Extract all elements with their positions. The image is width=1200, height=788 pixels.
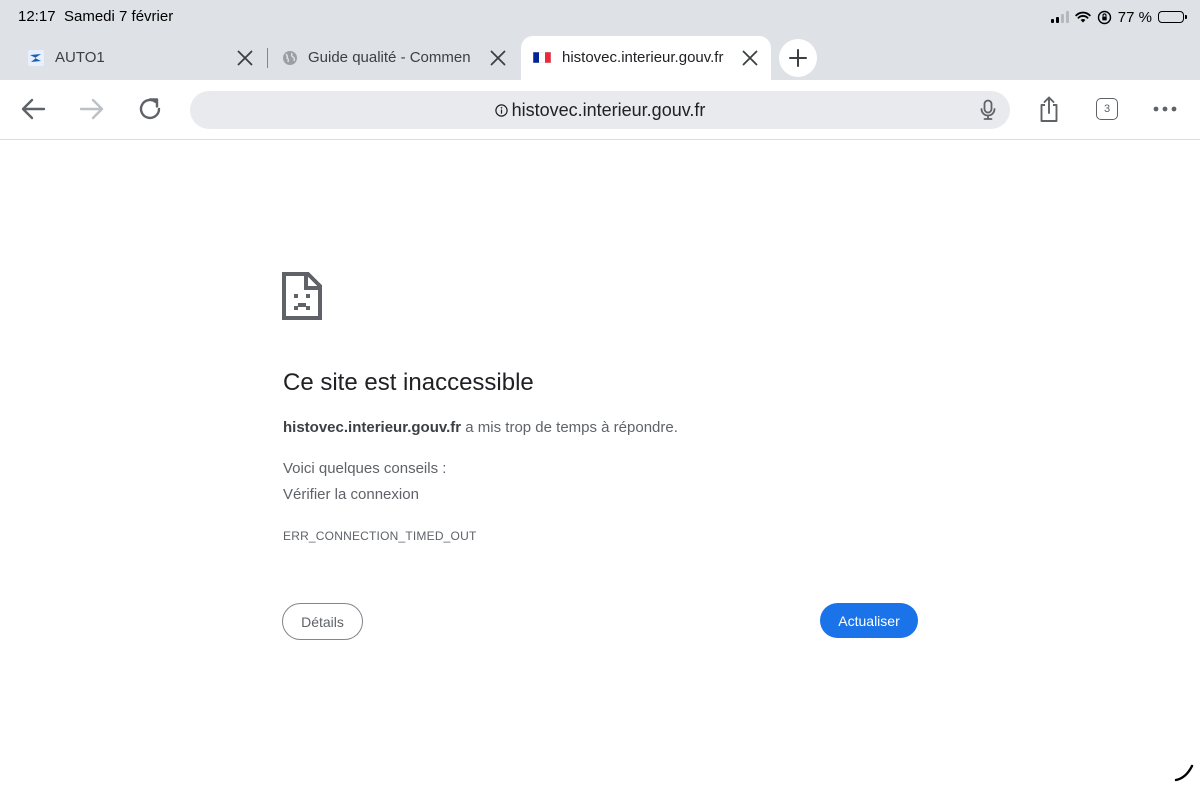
close-tab-icon[interactable] [488, 48, 508, 68]
error-host: histovec.interieur.gouv.fr [283, 419, 462, 436]
share-icon [1040, 96, 1058, 122]
more-horizontal-icon [1153, 106, 1177, 112]
wifi-icon [1075, 11, 1091, 23]
reload-page-button[interactable]: Actualiser [820, 603, 918, 638]
info-icon [494, 103, 508, 117]
reload-icon [139, 98, 161, 120]
auto1-logo-icon [28, 50, 44, 66]
pencil-stroke-icon [1174, 764, 1194, 782]
details-button[interactable]: Détails [282, 603, 363, 640]
share-button[interactable] [1034, 94, 1064, 124]
status-date: Samedi 7 février [64, 8, 174, 25]
close-tab-icon[interactable] [740, 48, 760, 68]
cellular-signal-icon [1050, 11, 1069, 23]
new-tab-button[interactable] [779, 39, 817, 77]
tab-auto1[interactable]: AUTO1 [0, 36, 266, 80]
battery-percentage: 77 % [1117, 8, 1152, 26]
tab-histovec[interactable]: histovec.interieur.gouv.fr [521, 36, 771, 80]
status-indicators: 77 % [1050, 7, 1187, 27]
suggestion-check-connection: Vérifier la connexion [283, 486, 419, 503]
error-title: Ce site est inaccessible [283, 369, 534, 396]
suggestions-heading: Voici quelques conseils : [283, 460, 447, 477]
french-flag-icon [533, 52, 551, 63]
url-display: histovec.interieur.gouv.fr [190, 91, 1010, 129]
arrow-left-icon [21, 98, 46, 120]
tab-title: histovec.interieur.gouv.fr [562, 49, 724, 66]
error-code: ERR_CONNECTION_TIMED_OUT [283, 529, 477, 543]
tab-strip: AUTO1 Guide qualité - Commen histovec.in… [0, 36, 1200, 80]
error-message: histovec.interieur.gouv.fr a mis trop de… [283, 419, 678, 436]
more-menu-button[interactable] [1150, 94, 1180, 124]
forward-button[interactable] [76, 93, 108, 125]
browser-toolbar: histovec.interieur.gouv.fr 3 [0, 80, 1200, 140]
reload-button[interactable] [134, 93, 166, 125]
globe-icon [283, 51, 297, 65]
orientation-lock-icon [1097, 10, 1111, 24]
close-tab-icon[interactable] [235, 48, 255, 68]
plus-icon [789, 49, 807, 67]
url-text: histovec.interieur.gouv.fr [511, 99, 706, 120]
error-message-text: a mis trop de temps à répondre. [465, 419, 678, 436]
back-button[interactable] [17, 93, 49, 125]
tab-count-icon: 3 [1096, 98, 1118, 120]
arrow-right-icon [79, 98, 104, 120]
tab-title: AUTO1 [55, 49, 105, 66]
tab-switcher-button[interactable]: 3 [1092, 94, 1122, 124]
status-time: 12:17 [18, 8, 56, 25]
status-bar: 12:17 Samedi 7 février 77 % [0, 0, 1200, 36]
battery-icon [1158, 11, 1187, 23]
microphone-icon[interactable] [976, 98, 1000, 122]
address-bar[interactable]: histovec.interieur.gouv.fr [190, 91, 1010, 129]
sad-document-icon [282, 272, 322, 320]
tab-title: Guide qualité - Commen [308, 49, 471, 66]
tab-guide-qualite[interactable]: Guide qualité - Commen [268, 36, 516, 80]
